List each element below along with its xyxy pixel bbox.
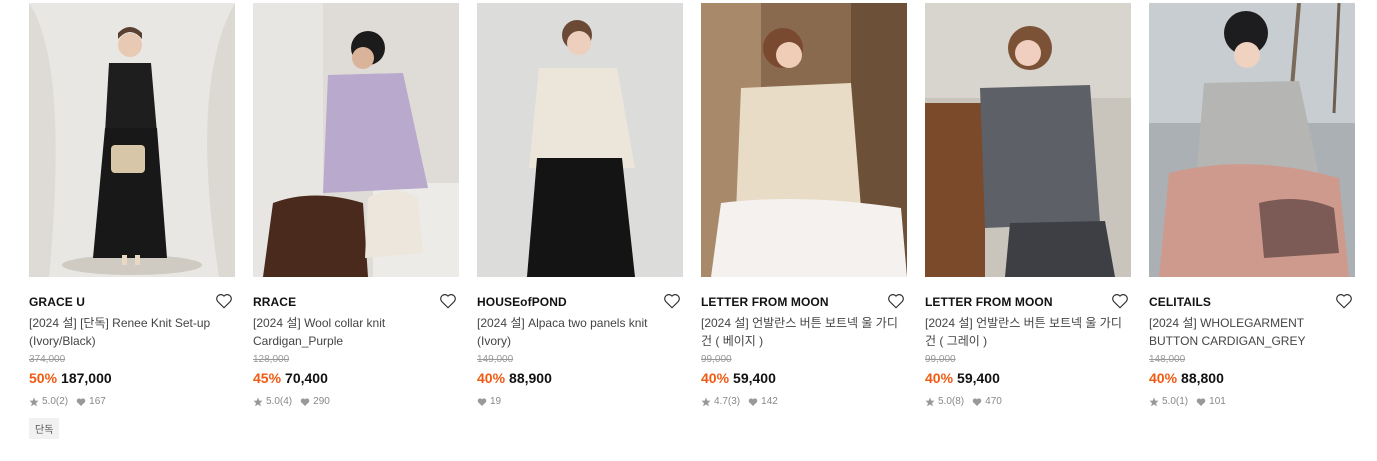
like-count: 19: [490, 396, 502, 407]
sale-price: 59,400: [733, 370, 776, 386]
product-image[interactable]: [701, 3, 907, 277]
product-title[interactable]: [2024 설] [단독] Renee Knit Set-up (Ivory/B…: [29, 314, 235, 350]
product-title[interactable]: [2024 설] Wool collar knit Cardigan_Purpl…: [253, 314, 459, 350]
product-title[interactable]: [2024 설] 언발란스 버튼 보트넥 울 가디건 ( 그레이 ): [925, 314, 1131, 350]
rating-value: 5.0: [266, 396, 280, 407]
rating-value: 5.0: [938, 396, 952, 407]
product-image[interactable]: [925, 3, 1131, 277]
product-card[interactable]: RRACE [2024 설] Wool collar knit Cardigan…: [253, 3, 459, 409]
heart-outline-icon[interactable]: [663, 292, 681, 310]
product-image[interactable]: [29, 3, 235, 277]
heart-filled-icon: [300, 398, 310, 406]
rating-value: 4.7: [714, 396, 728, 407]
brand-name[interactable]: CELITAILS: [1149, 295, 1211, 309]
heart-outline-icon[interactable]: [1111, 292, 1129, 310]
like-count: 167: [89, 396, 106, 407]
heart-filled-icon: [972, 398, 982, 406]
original-price: 148,000: [1149, 354, 1186, 365]
product-image[interactable]: [477, 3, 683, 277]
product-title[interactable]: [2024 설] 언발란스 버튼 보트넥 울 가디건 ( 베이지 ): [701, 314, 907, 350]
brand-name[interactable]: GRACE U: [29, 295, 85, 309]
heart-outline-icon[interactable]: [887, 292, 905, 310]
review-count: (1): [1175, 396, 1189, 407]
like-count: 101: [1209, 396, 1226, 407]
heart-outline-icon[interactable]: [439, 292, 457, 310]
discount-rate: 40%: [701, 370, 730, 386]
rating-value: 5.0: [1162, 396, 1176, 407]
discount-rate: 40%: [925, 370, 954, 386]
original-price: 128,000: [253, 354, 290, 365]
star-icon: [29, 397, 39, 407]
heart-outline-icon[interactable]: [215, 292, 233, 310]
like-count: 470: [985, 396, 1002, 407]
star-icon: [925, 397, 935, 407]
discount-rate: 45%: [253, 370, 282, 386]
review-count: (3): [727, 396, 741, 407]
product-title[interactable]: [2024 설] WHOLEGARMENT BUTTON CARDIGAN_GR…: [1149, 314, 1355, 350]
product-card[interactable]: GRACE U [2024 설] [단독] Renee Knit Set-up …: [29, 3, 235, 439]
original-price: 374,000: [29, 354, 66, 365]
brand-name[interactable]: LETTER FROM MOON: [925, 295, 1053, 309]
brand-name[interactable]: RRACE: [253, 295, 296, 309]
star-icon: [1149, 397, 1159, 407]
rating-value: 5.0: [42, 396, 56, 407]
sale-price: 59,400: [957, 370, 1000, 386]
original-price: 149,000: [477, 354, 514, 365]
heart-filled-icon: [76, 398, 86, 406]
product-card[interactable]: LETTER FROM MOON [2024 설] 언발란스 버튼 보트넥 울 …: [925, 3, 1131, 409]
heart-filled-icon: [477, 398, 487, 406]
sale-price: 88,900: [509, 370, 552, 386]
product-card[interactable]: CELITAILS [2024 설] WHOLEGARMENT BUTTON C…: [1149, 3, 1355, 409]
review-count: (2): [55, 396, 69, 407]
review-count: (4): [279, 396, 293, 407]
exclusive-badge: 단독: [29, 418, 60, 439]
brand-name[interactable]: LETTER FROM MOON: [701, 295, 829, 309]
product-grid: GRACE U [2024 설] [단독] Renee Knit Set-up …: [0, 0, 1377, 461]
product-image[interactable]: [1149, 3, 1355, 277]
original-price: 99,000: [701, 354, 732, 365]
sale-price: 187,000: [61, 370, 112, 386]
discount-rate: 40%: [477, 370, 506, 386]
product-card[interactable]: HOUSEofPOND [2024 설] Alpaca two panels k…: [477, 3, 683, 409]
star-icon: [701, 397, 711, 407]
product-card[interactable]: LETTER FROM MOON [2024 설] 언발란스 버튼 보트넥 울 …: [701, 3, 907, 409]
heart-outline-icon[interactable]: [1335, 292, 1353, 310]
original-price: 99,000: [925, 354, 956, 365]
like-count: 290: [313, 396, 330, 407]
star-icon: [253, 397, 263, 407]
like-count: 142: [761, 396, 778, 407]
product-image[interactable]: [253, 3, 459, 277]
discount-rate: 40%: [1149, 370, 1178, 386]
heart-filled-icon: [1196, 398, 1206, 406]
discount-rate: 50%: [29, 370, 58, 386]
heart-filled-icon: [748, 398, 758, 406]
sale-price: 88,800: [1181, 370, 1224, 386]
product-title[interactable]: [2024 설] Alpaca two panels knit (Ivory): [477, 314, 683, 350]
review-count: (8): [951, 396, 965, 407]
sale-price: 70,400: [285, 370, 328, 386]
brand-name[interactable]: HOUSEofPOND: [477, 295, 567, 309]
